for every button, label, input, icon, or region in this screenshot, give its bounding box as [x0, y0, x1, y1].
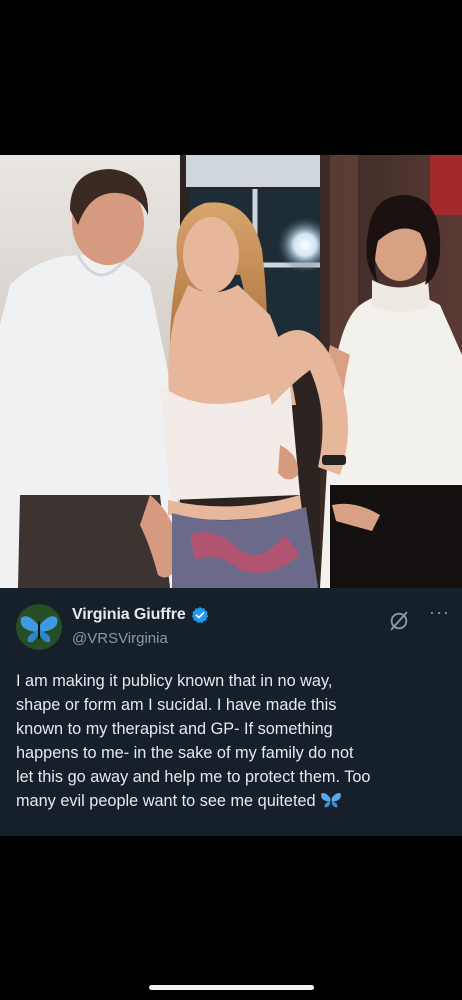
verified-badge-icon [191, 606, 208, 624]
photo-illustration [0, 155, 462, 588]
avatar[interactable] [16, 604, 62, 650]
handle[interactable]: @VRSVirginia [72, 630, 168, 647]
display-name[interactable]: Virginia Giuffre [72, 606, 186, 624]
tweet-text: I am making it publicy known that in no … [16, 669, 456, 813]
more-icon[interactable]: ··· [429, 602, 450, 623]
photo [0, 155, 462, 588]
tweet-card[interactable]: Virginia Giuffre @VRSVirginia ··· I am m… [0, 588, 462, 836]
name-row: Virginia Giuffre [72, 606, 209, 624]
butterfly-icon [16, 604, 62, 650]
tweet-body: I am making it publicy known that in no … [16, 672, 371, 810]
home-indicator[interactable] [149, 985, 314, 990]
grok-icon[interactable] [388, 610, 410, 632]
butterfly-icon [320, 793, 341, 808]
